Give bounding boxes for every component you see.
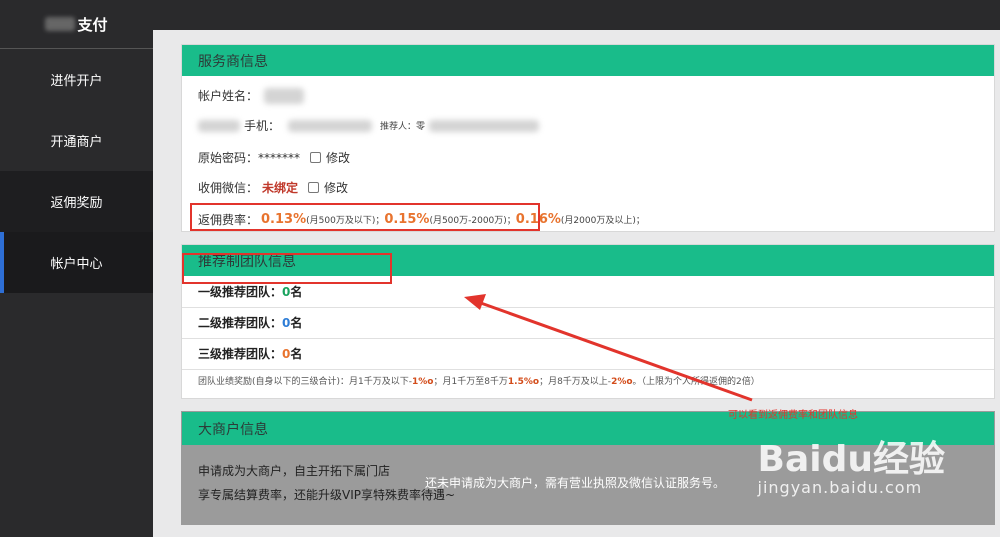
watermark-brand: Baidu经验 bbox=[757, 439, 945, 480]
arrow-head bbox=[464, 294, 486, 310]
watermark-url: jingyan.baidu.com bbox=[757, 478, 923, 497]
arrow-line bbox=[477, 300, 753, 402]
watermark: Baidu经验 jingyan.baidu.com bbox=[758, 430, 945, 497]
annotation-note: 可以看到返佣费率和团队信息 bbox=[728, 410, 858, 421]
